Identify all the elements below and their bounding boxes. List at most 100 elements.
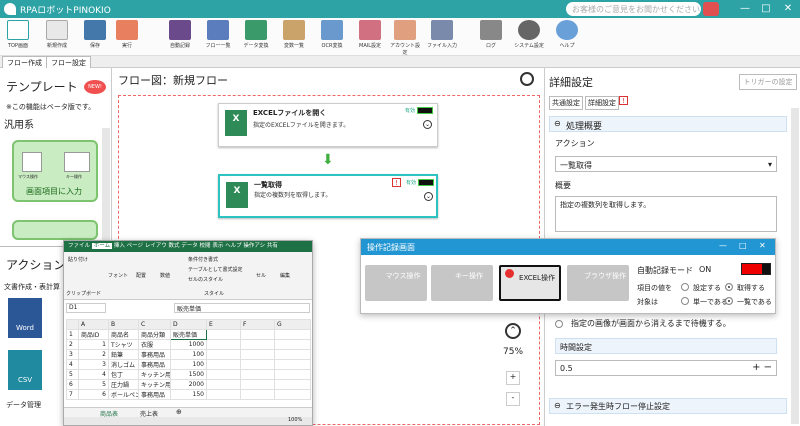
close-button[interactable]: ✕ <box>778 1 798 17</box>
excel-tab[interactable]: データ <box>181 243 198 249</box>
formula-bar[interactable]: 販売単価 <box>174 303 310 313</box>
search-icon[interactable] <box>520 72 534 86</box>
template-card[interactable]: マウス操作 キー操作 画面項目に入力 <box>12 140 98 202</box>
number-button[interactable]: 数値 <box>160 272 170 279</box>
section-header[interactable]: ⊖ 処理概要 <box>549 116 787 132</box>
feedback-input[interactable]: お客様のご意見をお聞かせください <box>566 2 701 16</box>
enable-toggle[interactable] <box>417 107 433 114</box>
trigger-button[interactable]: トリガーの設定 <box>739 74 797 90</box>
mouse-icon <box>22 152 42 172</box>
browser-record-button[interactable]: ブラウザ操作 <box>567 265 629 301</box>
zoom-up-icon[interactable]: ⌃ <box>505 323 521 339</box>
zoom-in-button[interactable]: + <box>506 371 520 385</box>
minimize-button[interactable]: — <box>735 1 755 17</box>
cond-format-button[interactable]: 条件付き書式 <box>188 256 218 263</box>
action-title: アクション <box>6 258 66 272</box>
excel-tab[interactable]: 校閲 <box>200 243 211 249</box>
zoom-level: 75% <box>503 347 524 357</box>
csv-action[interactable]: CSV <box>8 350 42 390</box>
single-radio[interactable] <box>681 297 689 305</box>
zoom-out-button[interactable]: - <box>506 392 520 406</box>
tab-common[interactable]: 共通設定 <box>549 96 583 110</box>
time-header: 時間設定 <box>555 338 777 354</box>
account-button[interactable]: アカウント設定 <box>388 20 422 56</box>
chevron-down-icon[interactable]: ⌄ <box>424 192 433 201</box>
edit-button[interactable]: 編集 <box>280 272 290 279</box>
excel-grid[interactable]: ABCDEFG 1 商品ID 商品名 商品分類 販売単価 2 1 Tシャツ 衣服 1000 32… <box>66 319 311 400</box>
list-radio[interactable] <box>725 297 733 305</box>
run-button[interactable]: 実行 <box>112 20 142 54</box>
table-format-button[interactable]: テーブルとして書式設定 <box>188 266 243 273</box>
tab-flow-settings[interactable]: フロー設定 <box>46 56 91 68</box>
file-input-button[interactable]: ファイル入力 <box>426 20 458 54</box>
align-button[interactable]: 配置 <box>136 272 146 279</box>
template-card-2[interactable] <box>12 220 98 240</box>
cell-style-button[interactable]: セルのスタイル <box>188 276 223 283</box>
detail-scrollbar[interactable] <box>791 108 799 424</box>
variables-button[interactable]: 変数一覧 <box>278 20 310 54</box>
excel-tab[interactable]: 表示 <box>212 243 223 249</box>
tab-detail[interactable]: 詳細設定 <box>585 96 619 110</box>
excel-tab[interactable]: 操作アシ <box>243 243 265 249</box>
auto-mode-toggle[interactable] <box>741 263 771 275</box>
flow-node-2[interactable]: X 一覧取得 指定の複数列を取得します。 ! 有効 ⌄ <box>218 174 438 218</box>
system-settings-button[interactable]: システム設定 <box>512 20 546 54</box>
ocr-button[interactable]: OCR変換 <box>316 20 348 54</box>
excel-icon: X <box>225 110 247 136</box>
section-title: エラー発生時フロー停止設定 <box>566 402 670 411</box>
key-record-button[interactable]: キー操作 <box>431 265 493 301</box>
font-button[interactable]: フォント <box>108 272 128 279</box>
flow-node-1[interactable]: X EXCELファイルを開く 指定のEXCELファイルを開きます。 有効 ⌄ <box>218 103 438 147</box>
paste-button[interactable]: 貼り付け <box>68 256 88 263</box>
error-section-header[interactable]: ⊖ エラー発生時フロー停止設定 <box>549 398 787 414</box>
wait-option-label: 指定の画像が画面から消えるまで待機する。 <box>571 319 731 328</box>
mouse-record-button[interactable]: マウス操作 <box>365 265 427 301</box>
excel-tab[interactable]: ヘルプ <box>225 243 242 249</box>
flow-list-button[interactable]: フロー一覧 <box>202 20 234 54</box>
wait-option-radio[interactable] <box>555 320 563 328</box>
word-action[interactable]: Word <box>8 298 42 338</box>
excel-tab[interactable]: ページ レイアウ <box>127 243 167 249</box>
ribbon-label: アカウント設定 <box>389 43 420 56</box>
name-box[interactable]: D1 <box>66 303 106 313</box>
maximize-button[interactable]: □ <box>739 241 747 250</box>
save-button[interactable]: 保存 <box>80 20 110 54</box>
new-button[interactable]: 新規作成 <box>42 20 72 54</box>
excel-tab[interactable]: 数式 <box>169 243 180 249</box>
excel-tab[interactable]: 共有 <box>267 243 278 249</box>
action-select[interactable]: 一覧取得 ▾ <box>555 156 777 172</box>
record-icon <box>169 20 191 40</box>
excel-tab[interactable]: ファイル <box>64 243 90 249</box>
excel-tab-home[interactable]: ホーム <box>91 243 113 249</box>
help-button[interactable]: ヘルプ <box>552 20 582 54</box>
new-badge: NEW! <box>84 80 106 94</box>
close-button[interactable]: ✕ <box>759 241 766 250</box>
group-label: スタイル <box>204 291 225 297</box>
excel-tab[interactable]: 挿入 <box>114 243 125 249</box>
cells-button[interactable]: セル <box>256 272 266 279</box>
table-row: 1 商品ID 商品名 商品分類 販売単価 <box>66 329 311 340</box>
ribbon-label: 自動記録 <box>169 43 190 49</box>
title-bar: RPAロボットPINOKIO お客様のご意見をお聞かせください — □ ✕ <box>0 0 800 18</box>
data-convert-button[interactable]: データ変換 <box>240 20 272 54</box>
summary-textarea[interactable]: 指定の複数列を取得します。 <box>555 196 777 232</box>
enable-toggle[interactable] <box>418 179 434 186</box>
chevron-down-icon[interactable]: ⌄ <box>423 120 432 129</box>
log-button[interactable]: ログ <box>476 20 506 54</box>
mail-button[interactable]: MAIL設定 <box>354 20 386 54</box>
top-button[interactable]: TOP画面 <box>4 20 32 54</box>
ribbon-label: ファイル入力 <box>426 43 457 49</box>
doc-category: 文書作成・表計算 <box>4 283 60 291</box>
time-input[interactable]: 0.5 + − <box>555 360 777 376</box>
excel-record-button[interactable]: EXCEL操作 <box>499 265 561 301</box>
auto-record-button[interactable]: 自動記録 <box>164 20 196 54</box>
recorder-titlebar: 操作記録画面 — □ ✕ <box>361 239 775 255</box>
add-sheet-icon[interactable]: ⊕ <box>176 408 182 416</box>
minimize-button[interactable]: — <box>719 241 727 250</box>
tab-flow-create[interactable]: フロー作成 <box>2 56 47 68</box>
get-radio[interactable] <box>725 283 733 291</box>
set-radio[interactable] <box>681 283 689 291</box>
maximize-button[interactable]: □ <box>756 1 776 17</box>
thumb-icon[interactable] <box>703 2 719 16</box>
ribbon-label: OCR変換 <box>321 43 343 49</box>
